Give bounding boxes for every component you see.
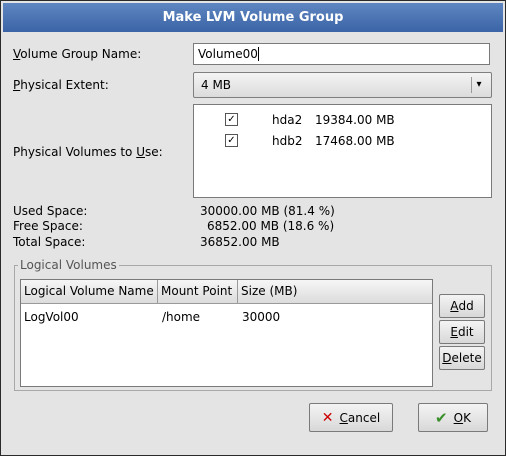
delete-button[interactable]: Delete [439,346,485,370]
physical-volumes-list: ✓ hda2 19384.00 MB ✓ hdb2 17468.00 MB [193,104,492,198]
free-space-value: 6852.00 MB (18.6 %) [207,219,335,233]
dialog-title: Make LVM Volume Group [3,3,503,32]
checkbox-hda2[interactable]: ✓ [225,113,238,126]
checkbox-hdb2[interactable]: ✓ [225,134,238,147]
list-item[interactable]: ✓ hdb2 17468.00 MB [194,131,491,151]
physical-extent-select[interactable]: 4 MB ▾ [193,72,492,98]
chevron-down-icon: ▾ [471,77,486,93]
lv-name-cell: LogVol00 [24,310,79,324]
pv-name: hdb2 [272,134,303,148]
pv-size: 17468.00 MB [315,134,395,148]
edit-button[interactable]: Edit [439,320,485,344]
physical-extent-label: Physical Extent: [13,78,109,92]
total-space-label: Total Space: [13,235,86,249]
lv-size-cell: 30000 [242,310,281,324]
vg-name-label: Volume Group Name: [13,47,142,61]
close-icon: ✕ [321,409,334,426]
pv-size: 19384.00 MB [315,113,395,127]
vg-name-input[interactable]: Volume00 [193,43,490,65]
cancel-button[interactable]: ✕ Cancel [309,403,393,432]
used-space-label: Used Space: [13,204,88,218]
physical-extent-value: 4 MB [201,78,232,92]
list-item[interactable]: ✓ hda2 19384.00 MB [194,110,491,130]
add-button[interactable]: Add [439,294,485,318]
lv-mount-cell: /home [162,310,201,324]
logical-volumes-title: Logical Volumes [18,258,119,272]
table-header: Logical Volume Name Mount Point Size (MB… [21,280,432,304]
used-space-value: 30000.00 MB (81.4 %) [200,204,335,218]
pv-label: Physical Volumes to Use: [13,145,163,159]
column-header-mount[interactable]: Mount Point [158,280,238,304]
total-space-value: 36852.00 MB [200,235,280,249]
column-header-lv-name[interactable]: Logical Volume Name [21,280,158,304]
ok-button[interactable]: ✔ O K [418,403,488,432]
pv-name: hda2 [272,113,303,127]
logical-volumes-table: Logical Volume Name Mount Point Size (MB… [20,279,433,387]
checkmark-icon: ✔ [435,408,448,427]
free-space-label: Free Space: [13,219,83,233]
column-header-size[interactable]: Size (MB) [238,280,432,304]
